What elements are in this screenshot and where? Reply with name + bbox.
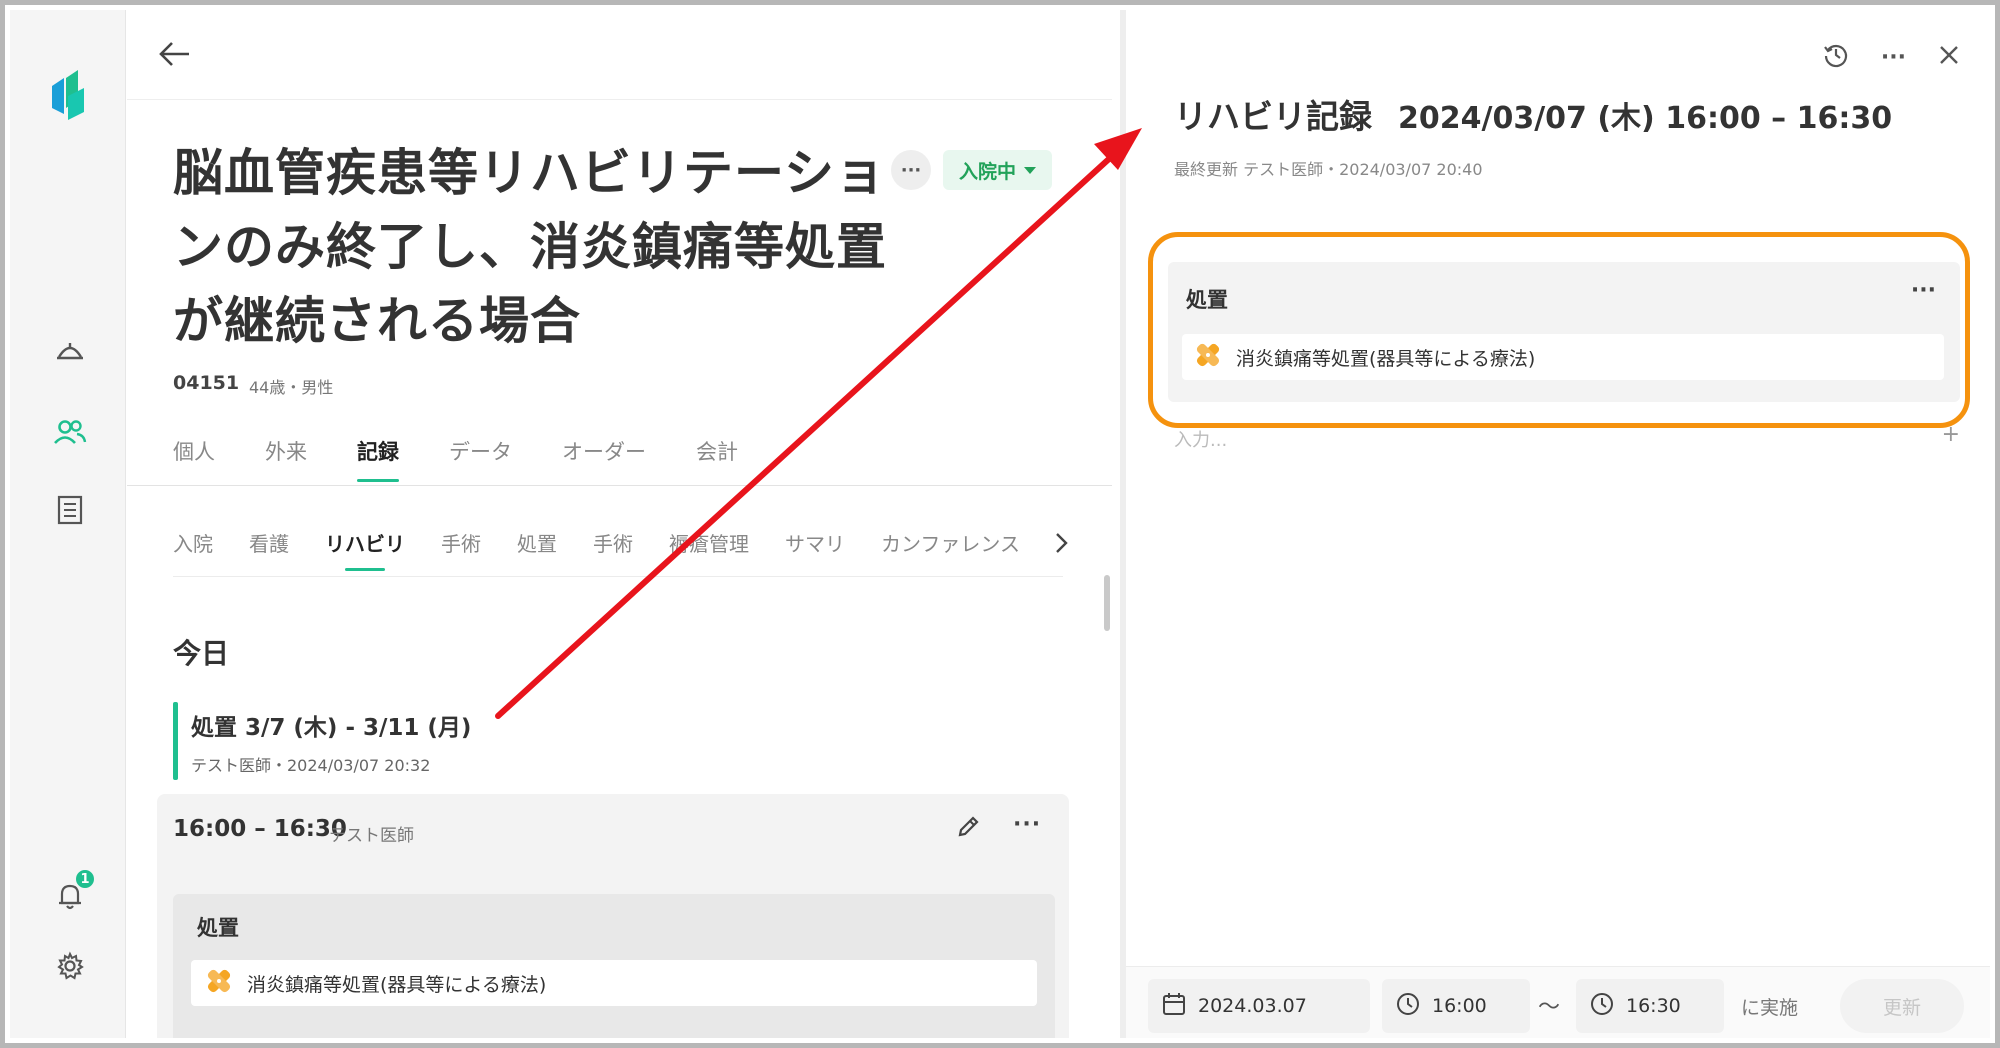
time-range-separator: ～ [1538,995,1561,1020]
panel-footer: 2024.03.07 16:00 ～ 16:30 に実施 更新 [1126,966,1990,1038]
bandage-icon [205,967,233,1000]
chevron-down-icon [1024,166,1037,174]
entry-more-button[interactable]: ··· [1013,812,1041,837]
record-accent-bar [173,702,178,780]
main-tabs: 個人 外来 記録 データ オーダー 会計 [173,436,738,482]
subtab-summary[interactable]: サマリ [785,528,845,571]
rehab-record-panel: ··· リハビリ記録 2024/03/07 (木) 16:00 – 16:30 最… [1120,10,1990,1038]
record-subtabs: 入院 看護 リハビリ 手術 処置 手術 褥瘡管理 サマリ カンファレンス [173,528,1051,571]
subtab-surgery[interactable]: 手術 [441,528,481,571]
panel-more-icon[interactable]: ··· [1881,45,1906,70]
subtab-treatment[interactable]: 処置 [517,528,557,571]
subtab-conference[interactable]: カンファレンス [881,528,1020,571]
entry-time: 16:00 – 16:30 [173,816,347,842]
treatment-item[interactable]: 消炎鎮痛等処置(器具等による療法) [1182,334,1944,380]
panel-title: リハビリ記録 2024/03/07 (木) 16:00 – 16:30 [1174,90,1892,138]
treatment-section: 処置 ··· 消炎鎮痛等処置(器具等による療法) [1168,262,1960,402]
patient-title: 脳血管疾患等リハビリテーションのみ終了し、消炎鎮痛等処置が継続される場合 [173,144,887,350]
close-icon[interactable] [1938,44,1960,70]
records-list-icon[interactable] [48,488,92,532]
record-meta: テスト医師・2024/03/07 20:32 [191,756,431,775]
sidebar: 1 [10,10,126,1038]
subtab-rehab[interactable]: リハビリ [325,528,405,571]
treatment-item-label: 消炎鎮痛等処置(器具等による療法) [1236,347,1536,370]
tabs-divider [127,485,1112,486]
clock-icon [1590,992,1614,1021]
tab-billing[interactable]: 会計 [696,436,738,482]
subtab-surgery-2[interactable]: 手術 [593,528,633,571]
bandage-icon [1194,341,1222,374]
panel-title-label: リハビリ記録 [1174,97,1372,136]
add-plus-icon[interactable]: + [1942,422,1960,447]
tab-outpatient[interactable]: 外来 [265,436,307,482]
treatment-item[interactable]: 消炎鎮痛等処置(器具等による療法) [191,960,1037,1006]
start-time-value: 16:00 [1432,995,1487,1017]
treatment-section-title: 処置 [1186,288,1228,312]
treatment-section: 処置 消炎鎮痛等処置(器具等による療法) [173,894,1055,1038]
date-field[interactable]: 2024.03.07 [1148,979,1370,1033]
last-updated: 最終更新 テスト医師・2024/03/07 20:40 [1174,160,1483,179]
treatment-item-label: 消炎鎮痛等処置(器具等による療法) [247,973,547,996]
treatment-section-title: 処置 [197,916,239,940]
start-time-field[interactable]: 16:00 [1382,979,1530,1033]
title-more-button[interactable]: ··· [891,150,931,190]
subtab-pressure-ulcer[interactable]: 褥瘡管理 [669,528,749,571]
section-more-button[interactable]: ··· [1911,278,1936,303]
end-time-field[interactable]: 16:30 [1576,979,1724,1033]
subtab-nursing[interactable]: 看護 [249,528,289,571]
clock-icon [1396,992,1420,1021]
update-button[interactable]: 更新 [1840,979,1964,1033]
notification-bell-icon[interactable]: 1 [48,868,96,918]
scrollbar[interactable] [1104,575,1110,631]
end-time-value: 16:30 [1626,995,1681,1017]
rehab-entry-card: 16:00 – 16:30 テスト医師 ··· 処置 消炎鎮痛等処置(器具等によ… [157,794,1069,1038]
notification-badge: 1 [74,868,96,890]
patient-age-sex: 44歳・男性 [249,378,334,397]
panel-toolbar: ··· [1823,42,1960,72]
admission-status-dropdown[interactable]: 入院中 [943,150,1053,190]
today-heading: 今日 [173,637,230,670]
app-logo[interactable] [50,68,90,122]
tab-orders[interactable]: オーダー [562,436,646,482]
status-label: 入院中 [959,160,1017,183]
edit-pencil-icon[interactable] [957,814,981,842]
settings-gear-icon[interactable] [48,944,92,988]
tab-data[interactable]: データ [449,436,512,482]
tab-records[interactable]: 記録 [357,436,399,482]
history-icon[interactable] [1823,42,1849,72]
inpatient-icon[interactable] [48,328,92,372]
patient-record-pane: 脳血管疾患等リハビリテーションのみ終了し、消炎鎮痛等処置が継続される場合 ···… [127,10,1112,1038]
chevron-right-icon[interactable] [1053,531,1069,559]
tab-personal[interactable]: 個人 [173,436,215,482]
patients-icon[interactable] [48,410,92,454]
date-value: 2024.03.07 [1198,995,1307,1017]
entry-input[interactable]: 入力... [1174,426,1227,452]
record-title[interactable]: 処置 3/7 (木) - 3/11 (月) [191,708,471,742]
patient-id: 04151 [173,372,240,394]
entry-doctor: テスト医師 [329,826,414,846]
performed-label: に実施 [1741,997,1799,1019]
top-bar [127,10,1112,100]
subtabs-divider [173,576,1063,577]
panel-date: 2024/03/07 (木) 16:00 – 16:30 [1398,101,1893,136]
calendar-icon [1162,992,1186,1021]
subtab-admission[interactable]: 入院 [173,528,213,571]
back-arrow-icon[interactable] [157,40,191,72]
